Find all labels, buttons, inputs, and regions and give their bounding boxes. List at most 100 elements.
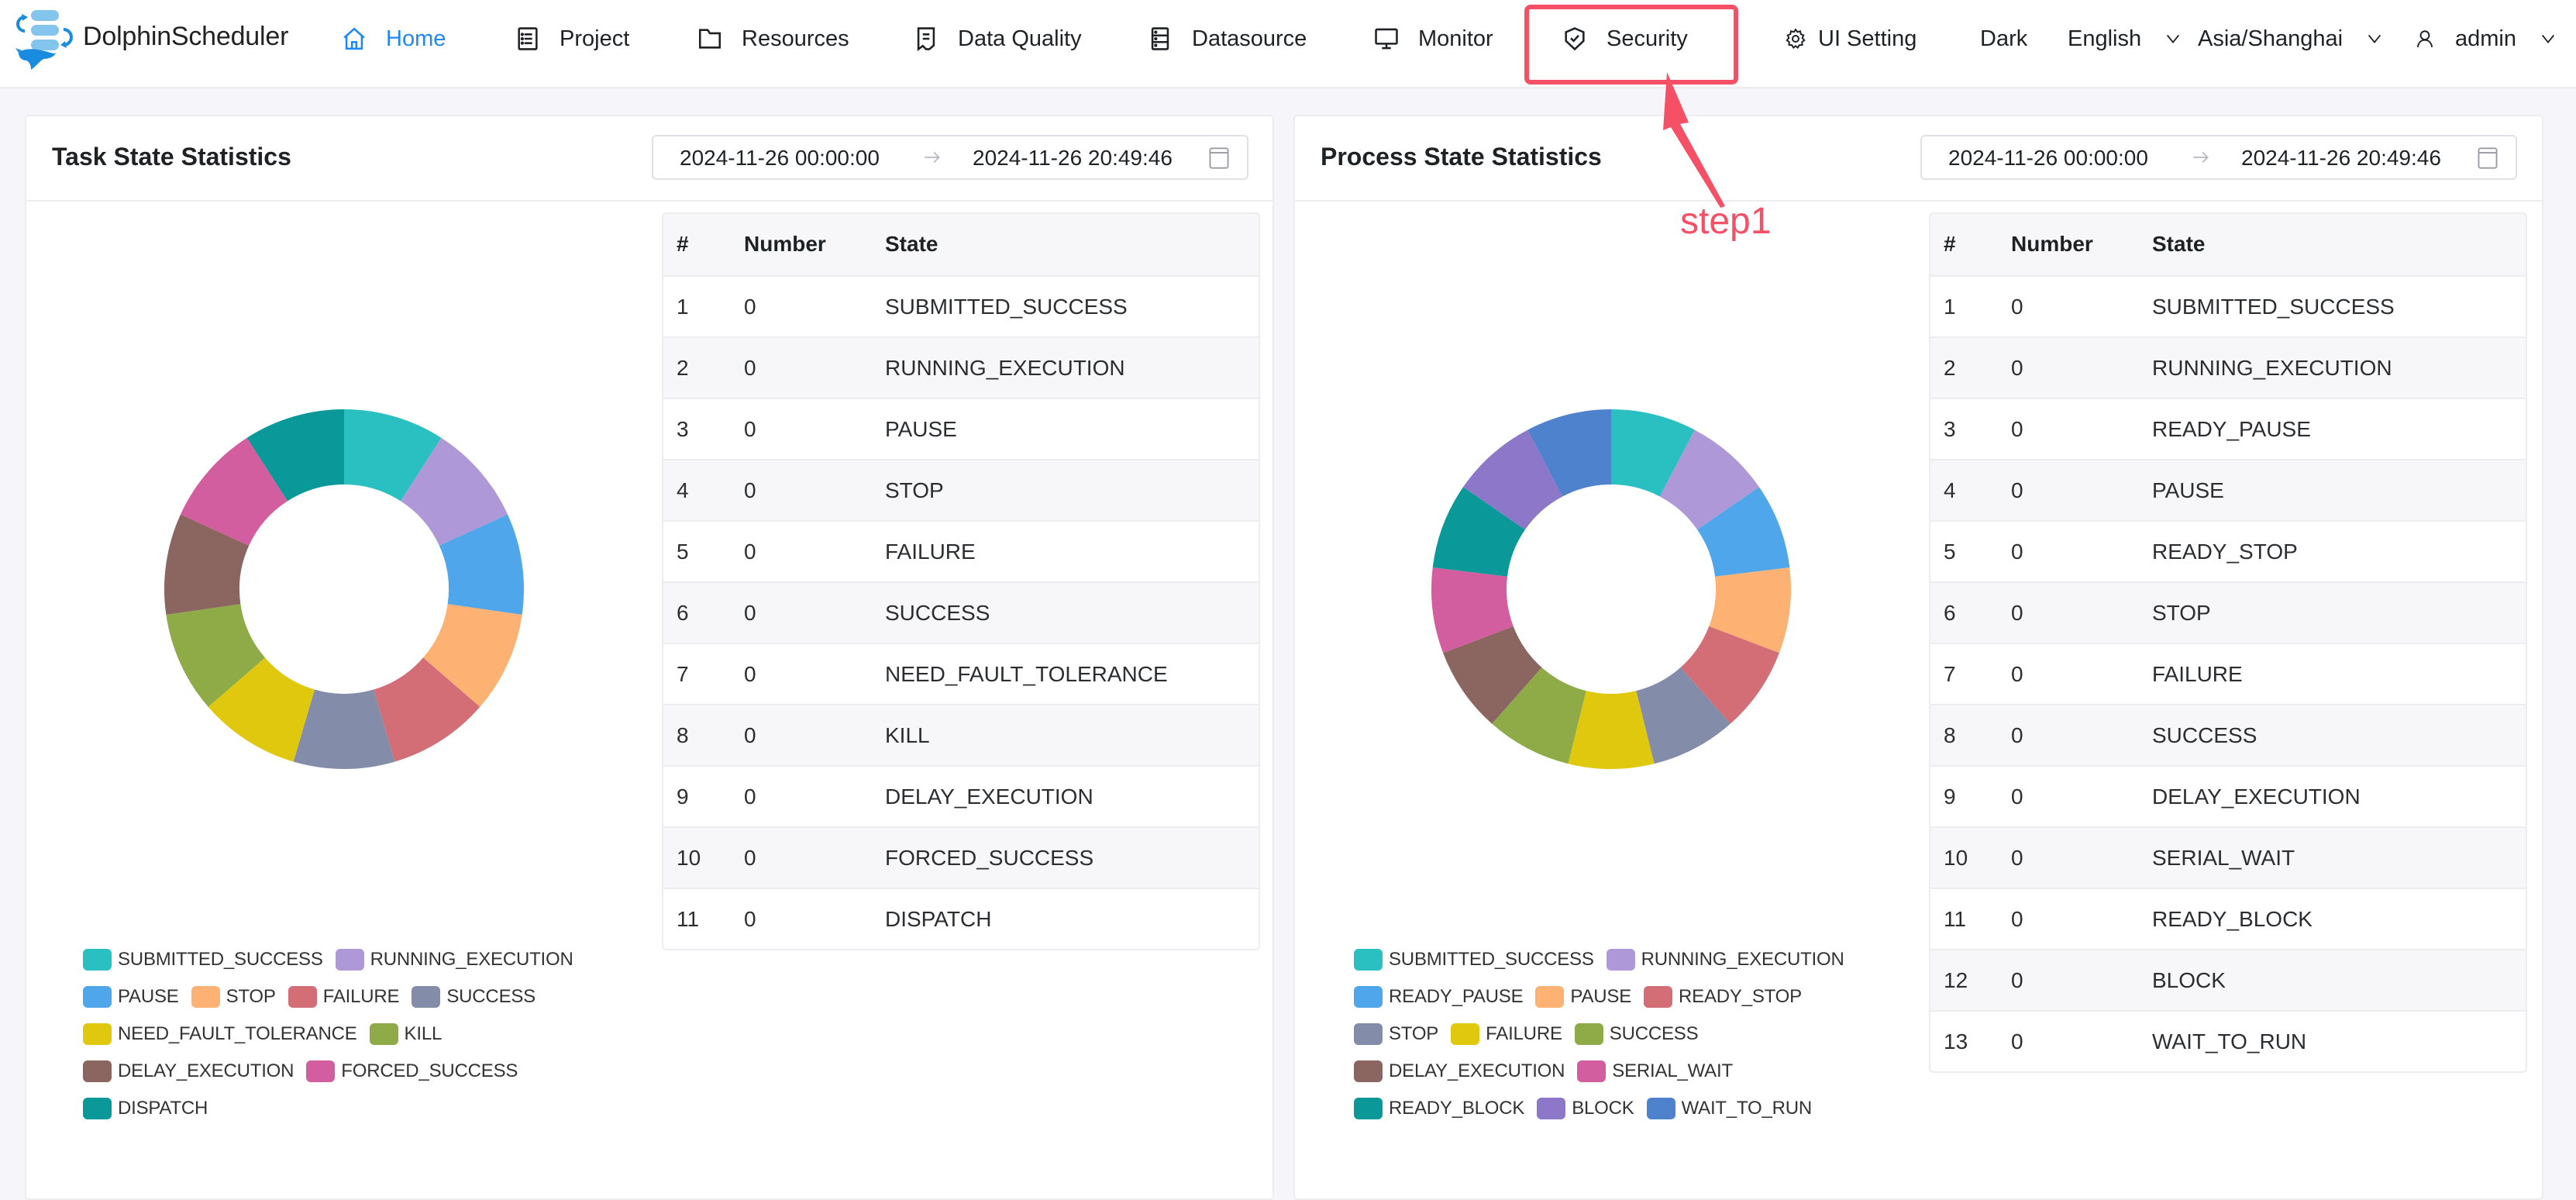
legend-swatch (1451, 1023, 1480, 1045)
legend-swatch (1577, 1060, 1607, 1082)
row-state: READY_BLOCK (2152, 907, 2313, 931)
calendar-icon[interactable] (2477, 147, 2499, 170)
row-number: 0 (2011, 968, 2023, 992)
annotation-step-label: step1 (1680, 201, 1772, 242)
legend-item[interactable]: DISPATCH (83, 1098, 208, 1119)
row-state: READY_PAUSE (2152, 417, 2311, 441)
legend-item[interactable]: FORCED_SUCCESS (306, 1060, 518, 1082)
row-number: 0 (744, 601, 756, 625)
row-index: 1 (1944, 295, 1956, 319)
row-index: 3 (1944, 417, 1956, 441)
dolphinscheduler-logo[interactable] (8, 8, 82, 71)
row-state: FAILURE (2152, 662, 2243, 686)
table-row: 2 0 RUNNING_EXECUTION (1930, 336, 2526, 398)
nav-security-label: Security (1607, 26, 1688, 51)
legend-swatch (1354, 949, 1383, 971)
process-state-donut-chart (1431, 409, 1791, 769)
brand-name: DolphinScheduler (83, 22, 289, 51)
legend-item[interactable]: READY_BLOCK (1354, 1098, 1524, 1119)
row-number: 0 (744, 662, 756, 686)
legend-item[interactable]: WAIT_TO_RUN (1646, 1098, 1812, 1119)
legend-item[interactable]: DELAY_EXECUTION (83, 1060, 294, 1082)
nav-resources-label: Resources (742, 26, 849, 51)
legend-item[interactable]: NEED_FAULT_TOLERANCE (83, 1023, 357, 1045)
legend-item[interactable]: SUCCESS (1574, 1023, 1699, 1045)
legend-item[interactable]: RUNNING_EXECUTION (1606, 949, 1844, 971)
row-state: READY_STOP (2152, 540, 2298, 564)
legend-swatch (1537, 1098, 1566, 1119)
legend-item[interactable]: SUBMITTED_SUCCESS (1354, 949, 1594, 971)
arrow-right-icon (925, 151, 940, 164)
table-header-row: # Number State (1930, 214, 2526, 275)
nav-security[interactable]: Security (1562, 0, 1688, 78)
nav-datasource[interactable]: Datasource (1147, 0, 1307, 78)
row-state: STOP (885, 478, 944, 502)
legend-row: DELAY_EXECUTION SERIAL_WAIT (1354, 1053, 1857, 1090)
legend-item[interactable]: RUNNING_EXECUTION (335, 949, 573, 971)
legend-label: READY_PAUSE (1389, 986, 1524, 1007)
card-title: Task State Statistics (52, 143, 291, 171)
home-icon (343, 27, 365, 50)
row-state: FORCED_SUCCESS (885, 846, 1094, 870)
row-state: SUCCESS (2152, 723, 2257, 747)
legend-row: SUBMITTED_SUCCESS RUNNING_EXECUTION (83, 941, 586, 978)
legend-item[interactable]: FAILURE (288, 986, 400, 1008)
legend-item[interactable]: STOP (1354, 1023, 1438, 1045)
table-row: 8 0 KILL (663, 704, 1259, 765)
nav-project[interactable]: Project (515, 0, 629, 78)
legend-item[interactable]: READY_STOP (1644, 986, 1802, 1008)
nav-monitor[interactable]: Monitor (1373, 0, 1493, 78)
row-number: 0 (2011, 478, 2023, 502)
column-header: State (885, 232, 938, 256)
legend-item[interactable]: DELAY_EXECUTION (1354, 1060, 1565, 1082)
user-menu[interactable]: admin (2415, 0, 2557, 78)
row-index: 13 (1944, 1029, 1968, 1053)
row-state: STOP (2152, 601, 2211, 625)
legend-item[interactable]: SUCCESS (412, 986, 536, 1008)
row-index: 3 (677, 417, 689, 441)
nav-resources[interactable]: Resources (697, 0, 849, 78)
table-row: 12 0 BLOCK (1930, 949, 2526, 1010)
table-row: 6 0 SUCCESS (663, 581, 1259, 643)
legend-item[interactable]: PAUSE (1535, 986, 1631, 1008)
nav-data-quality[interactable]: Data Quality (913, 0, 1082, 78)
row-state: RUNNING_EXECUTION (2152, 356, 2392, 380)
legend-label: STOP (1389, 1023, 1439, 1044)
ui-setting-button[interactable]: UI Setting (1784, 0, 1917, 78)
user-icon (2416, 30, 2433, 48)
theme-toggle[interactable]: Dark (1980, 0, 2027, 78)
date-range-picker[interactable]: 2024-11-26 00:00:00 2024-11-26 20:49:46 (652, 135, 1248, 180)
legend-item[interactable]: STOP (191, 986, 276, 1008)
gear-icon (1786, 28, 1806, 49)
arrow-right-icon (2193, 151, 2209, 164)
legend-item[interactable]: KILL (369, 1023, 442, 1045)
nav-home[interactable]: Home (341, 0, 446, 78)
calendar-icon[interactable] (1208, 147, 1230, 170)
legend-item[interactable]: BLOCK (1537, 1098, 1634, 1119)
row-index: 5 (1944, 540, 1956, 564)
table-row: 9 0 DELAY_EXECUTION (663, 765, 1259, 826)
legend-item[interactable]: FAILURE (1451, 1023, 1562, 1045)
legend-item[interactable]: SERIAL_WAIT (1577, 1060, 1733, 1082)
row-state: DISPATCH (885, 907, 992, 931)
legend-row: SUBMITTED_SUCCESS RUNNING_EXECUTION (1354, 941, 1857, 978)
legend-row: DELAY_EXECUTION FORCED_SUCCESS (83, 1053, 586, 1090)
legend-label: FORCED_SUCCESS (341, 1060, 518, 1081)
end-date[interactable]: 2024-11-26 20:49:46 (2241, 146, 2441, 171)
row-state: SUBMITTED_SUCCESS (2152, 295, 2395, 319)
row-index: 9 (1944, 784, 1956, 809)
legend-item[interactable]: READY_PAUSE (1354, 986, 1524, 1008)
start-date[interactable]: 2024-11-26 00:00:00 (1948, 146, 2148, 171)
row-number: 0 (2011, 417, 2023, 441)
row-index: 1 (677, 295, 689, 319)
language-select[interactable]: English (2068, 0, 2182, 78)
timezone-select[interactable]: Asia/Shanghai (2198, 0, 2383, 78)
legend-item[interactable]: SUBMITTED_SUCCESS (83, 949, 323, 971)
start-date[interactable]: 2024-11-26 00:00:00 (680, 146, 880, 171)
date-range-picker[interactable]: 2024-11-26 00:00:00 2024-11-26 20:49:46 (1920, 135, 2517, 180)
row-number: 0 (744, 907, 756, 931)
legend-item[interactable]: PAUSE (83, 986, 179, 1008)
end-date[interactable]: 2024-11-26 20:49:46 (973, 146, 1173, 171)
card-title: Process State Statistics (1321, 143, 1602, 171)
legend-label: SUBMITTED_SUCCESS (118, 949, 323, 970)
